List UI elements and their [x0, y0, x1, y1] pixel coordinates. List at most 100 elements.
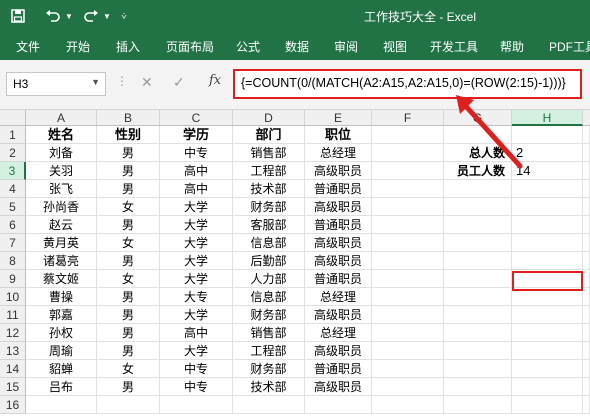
cell-b13[interactable]: 男	[97, 342, 160, 360]
cell-c8[interactable]: 大学	[160, 252, 233, 270]
cell-e4[interactable]: 普通职员	[305, 180, 372, 198]
cell-e6[interactable]: 普通职员	[305, 216, 372, 234]
cell-a13[interactable]: 周瑜	[26, 342, 97, 360]
cell-e14[interactable]: 普通职员	[305, 360, 372, 378]
row-header-3[interactable]: 3	[0, 162, 26, 180]
cell-f4[interactable]	[372, 180, 444, 198]
cell-e2[interactable]: 总经理	[305, 144, 372, 162]
tab-review[interactable]: 审阅	[334, 38, 358, 55]
tab-insert[interactable]: 插入	[116, 38, 140, 55]
cell-b6[interactable]: 男	[97, 216, 160, 234]
cell-e16[interactable]	[305, 396, 372, 414]
cell-d7[interactable]: 信息部	[233, 234, 305, 252]
cell-f1[interactable]	[372, 126, 444, 144]
cell-a12[interactable]: 孙权	[26, 324, 97, 342]
cell-e12[interactable]: 总经理	[305, 324, 372, 342]
cell-f3[interactable]	[372, 162, 444, 180]
cell-h14[interactable]	[512, 360, 583, 378]
cell-b10[interactable]: 男	[97, 288, 160, 306]
cell-g14[interactable]	[444, 360, 512, 378]
cell-b12[interactable]: 男	[97, 324, 160, 342]
enter-icon[interactable]: ✓	[173, 74, 185, 91]
cell-d13[interactable]: 工程部	[233, 342, 305, 360]
cancel-icon[interactable]: ✕	[141, 74, 153, 91]
cell-g8[interactable]	[444, 252, 512, 270]
cell-d1[interactable]: 部门	[233, 126, 305, 144]
cell-h15[interactable]	[512, 378, 583, 396]
cell-e13[interactable]: 高级职员	[305, 342, 372, 360]
cell-a15[interactable]: 吕布	[26, 378, 97, 396]
formula-input[interactable]: {=COUNT(0/(MATCH(A2:A15,A2:A15,0)=(ROW(2…	[233, 69, 582, 99]
row-header-9[interactable]: 9	[0, 270, 26, 288]
cell-b2[interactable]: 男	[97, 144, 160, 162]
cell-a1[interactable]: 姓名	[26, 126, 97, 144]
tab-view[interactable]: 视图	[383, 38, 407, 55]
cell-b9[interactable]: 女	[97, 270, 160, 288]
cell-c7[interactable]: 大学	[160, 234, 233, 252]
cell-d11[interactable]: 财务部	[233, 306, 305, 324]
cell-e5[interactable]: 高级职员	[305, 198, 372, 216]
row-header-13[interactable]: 13	[0, 342, 26, 360]
cell-i8[interactable]	[583, 252, 590, 270]
cell-e10[interactable]: 总经理	[305, 288, 372, 306]
cell-b8[interactable]: 男	[97, 252, 160, 270]
cell-c1[interactable]: 学历	[160, 126, 233, 144]
cell-f14[interactable]	[372, 360, 444, 378]
cell-a7[interactable]: 黄月英	[26, 234, 97, 252]
cell-a2[interactable]: 刘备	[26, 144, 97, 162]
cell-a14[interactable]: 貂蝉	[26, 360, 97, 378]
column-header-b[interactable]: B	[97, 110, 160, 126]
column-header-i[interactable]	[583, 110, 590, 126]
cell-h11[interactable]	[512, 306, 583, 324]
cell-a11[interactable]: 郭嘉	[26, 306, 97, 324]
cell-g15[interactable]	[444, 378, 512, 396]
cell-h16[interactable]	[512, 396, 583, 414]
cell-g10[interactable]	[444, 288, 512, 306]
cell-f5[interactable]	[372, 198, 444, 216]
cell-a3[interactable]: 关羽	[26, 162, 97, 180]
cell-i15[interactable]	[583, 378, 590, 396]
column-header-g[interactable]: G	[444, 110, 512, 126]
row-header-1[interactable]: 1	[0, 126, 26, 144]
cell-d12[interactable]: 销售部	[233, 324, 305, 342]
cell-a8[interactable]: 诸葛亮	[26, 252, 97, 270]
cell-g3[interactable]: 员工人数	[444, 162, 512, 180]
cell-h6[interactable]	[512, 216, 583, 234]
cell-i9[interactable]	[583, 270, 590, 288]
tab-help[interactable]: 帮助	[500, 38, 524, 55]
row-header-10[interactable]: 10	[0, 288, 26, 306]
cell-b15[interactable]: 男	[97, 378, 160, 396]
cell-f2[interactable]	[372, 144, 444, 162]
cell-i6[interactable]	[583, 216, 590, 234]
tab-data[interactable]: 数据	[285, 38, 309, 55]
name-box[interactable]: H3 ▼	[6, 72, 106, 96]
cell-c15[interactable]: 中专	[160, 378, 233, 396]
row-header-5[interactable]: 5	[0, 198, 26, 216]
row-header-16[interactable]: 16	[0, 396, 26, 414]
cell-e9[interactable]: 普通职员	[305, 270, 372, 288]
cell-a5[interactable]: 孙尚香	[26, 198, 97, 216]
cell-f10[interactable]	[372, 288, 444, 306]
cell-g12[interactable]	[444, 324, 512, 342]
cell-f7[interactable]	[372, 234, 444, 252]
cell-a10[interactable]: 曹操	[26, 288, 97, 306]
cell-g16[interactable]	[444, 396, 512, 414]
row-header-2[interactable]: 2	[0, 144, 26, 162]
cell-g5[interactable]	[444, 198, 512, 216]
column-header-e[interactable]: E	[305, 110, 372, 126]
cell-h2[interactable]: 2	[512, 144, 583, 162]
cell-e11[interactable]: 高级职员	[305, 306, 372, 324]
cell-i7[interactable]	[583, 234, 590, 252]
cell-d10[interactable]: 信息部	[233, 288, 305, 306]
cell-a9[interactable]: 蔡文姬	[26, 270, 97, 288]
cell-b16[interactable]	[97, 396, 160, 414]
cell-d2[interactable]: 销售部	[233, 144, 305, 162]
cell-e7[interactable]: 高级职员	[305, 234, 372, 252]
cell-g13[interactable]	[444, 342, 512, 360]
tab-formulas[interactable]: 公式	[236, 38, 260, 55]
cell-e3[interactable]: 高级职员	[305, 162, 372, 180]
cell-i1[interactable]	[583, 126, 590, 144]
cell-d9[interactable]: 人力部	[233, 270, 305, 288]
cell-d16[interactable]	[233, 396, 305, 414]
cell-i14[interactable]	[583, 360, 590, 378]
